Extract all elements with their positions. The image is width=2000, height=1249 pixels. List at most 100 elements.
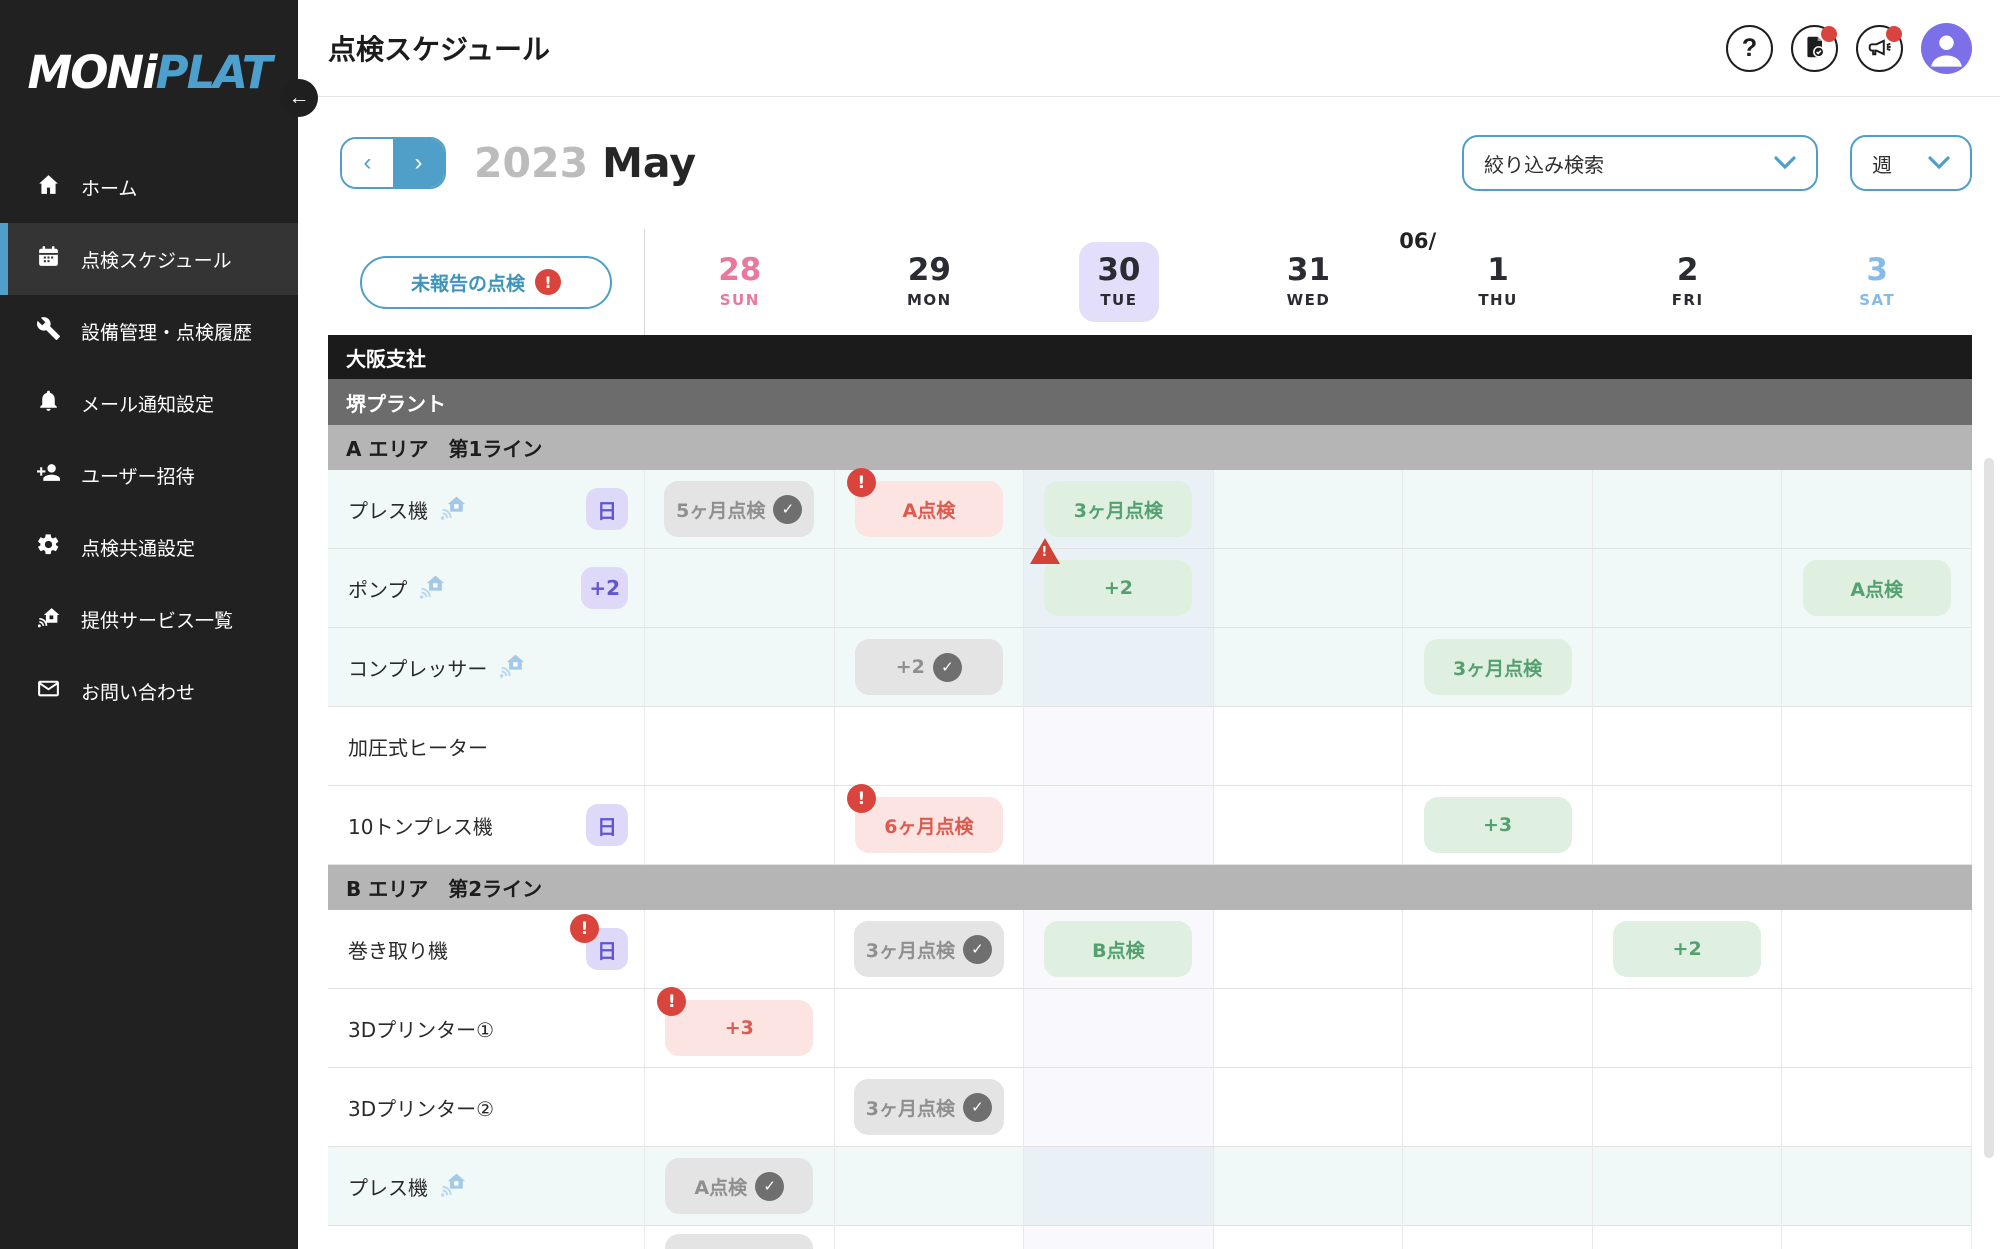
service-home-icon: [36, 604, 61, 634]
schedule-cell: [1782, 1147, 1972, 1226]
check-icon: ✓: [933, 653, 962, 682]
schedule-cell: [1593, 1147, 1783, 1226]
month-nav: ‹ ›: [340, 137, 446, 189]
app-root: MONiPLAT ホーム点検スケジュール設備管理・点検履歴メール通知設定ユーザー…: [0, 0, 2000, 1249]
date-number: 29: [908, 255, 951, 286]
schedule-cell: [1024, 786, 1214, 865]
equipment-name: 3Dプリンター②: [348, 1093, 494, 1122]
date-number: 2: [1677, 255, 1699, 286]
sidebar-collapse-button[interactable]: ←: [280, 79, 318, 117]
filter-search-select[interactable]: 絞り込み検索: [1462, 135, 1818, 191]
date-header-mon[interactable]: 29MON: [835, 229, 1025, 335]
date-number: 30: [1097, 255, 1140, 286]
period-select[interactable]: 週: [1850, 135, 1972, 191]
schedule-cell: A点検✓: [645, 1147, 835, 1226]
sidebar-item-wrench[interactable]: 設備管理・点検履歴: [0, 295, 298, 367]
equipment-row: 加圧式ヒーター: [328, 707, 1972, 786]
prev-month-button[interactable]: ‹: [342, 139, 393, 187]
chevron-down-icon: [1928, 151, 1950, 175]
schedule-cell: [1403, 910, 1593, 989]
dates-header-row: 未報告の点検 ! 28SUN29MON30TUE31WED06/1THU2FRI…: [328, 229, 1972, 335]
schedule-cell: +2!: [1024, 549, 1214, 628]
inspection-chip[interactable]: +2✓: [855, 639, 1003, 695]
sidebar-item-gear[interactable]: 点検共通設定: [0, 511, 298, 583]
date-header-sun[interactable]: 28SUN: [645, 229, 835, 335]
schedule-cell: [1782, 989, 1972, 1068]
inspection-chip[interactable]: +3: [1424, 797, 1572, 853]
wifi-home-icon: [438, 493, 468, 526]
inspection-chip[interactable]: A点検✓: [665, 1158, 813, 1214]
schedule-cell: [1593, 628, 1783, 707]
inspection-chip[interactable]: 3ヶ月点検✓: [854, 921, 1004, 977]
inspection-chip[interactable]: A点検: [1803, 560, 1951, 616]
sidebar-item-label: 点検スケジュール: [81, 246, 232, 273]
inspection-chip[interactable]: A点検!: [855, 481, 1003, 537]
inspection-chip-label: A点検: [1850, 575, 1903, 602]
announcements-button[interactable]: [1856, 25, 1903, 72]
date-header-fri[interactable]: 2FRI: [1593, 229, 1783, 335]
schedule-cell: A点検: [1782, 549, 1972, 628]
inspection-chip[interactable]: +2: [1613, 921, 1761, 977]
equipment-label-cell: 3Dプリンター②: [328, 1068, 645, 1147]
schedule-cell: [645, 1068, 835, 1147]
frequency-badge-wrap: 日: [586, 804, 628, 846]
schedule-cell: [1214, 707, 1404, 786]
schedule-cell: [1593, 470, 1783, 549]
inspection-chip[interactable]: 5ヶ月点検✓: [664, 481, 814, 537]
schedule-cell: +2: [1593, 910, 1783, 989]
sidebar-item-label: 点検共通設定: [81, 534, 195, 561]
schedule-cell: [1024, 1226, 1214, 1249]
day-of-week: SAT: [1859, 291, 1895, 309]
inspection-chip[interactable]: 3ヶ月点検: [1044, 481, 1192, 537]
inspection-chip[interactable]: B点検: [1044, 921, 1192, 977]
equipment-label-cell: [328, 1226, 645, 1249]
equipment-row: 10トンプレス機日 6ヶ月点検! +3: [328, 786, 1972, 865]
inspection-chip[interactable]: 6ヶ月点検!: [855, 797, 1003, 853]
sidebar-item-user-plus[interactable]: ユーザー招待: [0, 439, 298, 511]
schedule-cell: [1782, 470, 1972, 549]
schedule-cell: [1214, 628, 1404, 707]
filter-search-label: 絞り込み検索: [1484, 149, 1604, 178]
inspection-chip-label: 3ヶ月点検: [1453, 654, 1542, 681]
equipment-label-cell: 3Dプリンター①: [328, 989, 645, 1068]
chevron-down-icon: [1774, 151, 1796, 175]
sidebar-item-calendar[interactable]: 点検スケジュール: [0, 223, 298, 295]
schedule-cell: [1024, 1147, 1214, 1226]
date-header-tue[interactable]: 30TUE: [1024, 229, 1214, 335]
avatar[interactable]: [1921, 23, 1972, 74]
inspection-report-button[interactable]: [1791, 25, 1838, 72]
schedule-cell: [1782, 910, 1972, 989]
frequency-badge-wrap: 日: [586, 488, 628, 530]
notification-dot: [1886, 26, 1902, 42]
schedule-cell: 5ヶ月点検✓: [645, 470, 835, 549]
plant-header: 堺プラント: [328, 379, 1972, 425]
help-button[interactable]: ?: [1726, 25, 1773, 72]
inspection-chip[interactable]: +3!: [665, 1000, 813, 1056]
equipment-row: コンプレッサー+2✓3ヶ月点検: [328, 628, 1972, 707]
sidebar-item-service-home[interactable]: 提供サービス一覧: [0, 583, 298, 655]
schedule-cell: [1403, 1068, 1593, 1147]
warning-triangle-icon: !: [1030, 538, 1060, 564]
inspection-chip[interactable]: 3ヶ月点検✓: [854, 1079, 1004, 1135]
equipment-label-cell: 10トンプレス機日: [328, 786, 645, 865]
calendar-icon: [36, 244, 61, 274]
unreported-label: 未報告の点検: [411, 269, 525, 296]
inspection-chip[interactable]: 3ヶ月点検: [1424, 639, 1572, 695]
date-header-wed[interactable]: 31WED: [1214, 229, 1404, 335]
inspection-chip[interactable]: [665, 1234, 813, 1249]
inspection-chip[interactable]: +2!: [1044, 560, 1192, 616]
sidebar-nav: ホーム点検スケジュール設備管理・点検履歴メール通知設定ユーザー招待点検共通設定提…: [0, 151, 298, 727]
unreported-inspections-button[interactable]: 未報告の点検 !: [360, 256, 612, 309]
date-header-sat[interactable]: 3SAT: [1782, 229, 1972, 335]
sidebar-item-bell[interactable]: メール通知設定: [0, 367, 298, 439]
sidebar-item-home[interactable]: ホーム: [0, 151, 298, 223]
schedule-table: 大阪支社 堺プラント A エリア 第1ラインプレス機日5ヶ月点検✓A点検!3ヶ月…: [328, 335, 1972, 1249]
inspection-chip-label: +3: [725, 1017, 754, 1039]
area-header: A エリア 第1ライン: [328, 425, 1972, 470]
schedule-cell: [645, 910, 835, 989]
sidebar-item-mail[interactable]: お問い合わせ: [0, 655, 298, 727]
date-header-thu[interactable]: 06/1THU: [1403, 229, 1593, 335]
next-month-button[interactable]: ›: [393, 139, 444, 187]
vertical-scrollbar[interactable]: [1984, 458, 1994, 1158]
schedule-cell: [835, 549, 1025, 628]
